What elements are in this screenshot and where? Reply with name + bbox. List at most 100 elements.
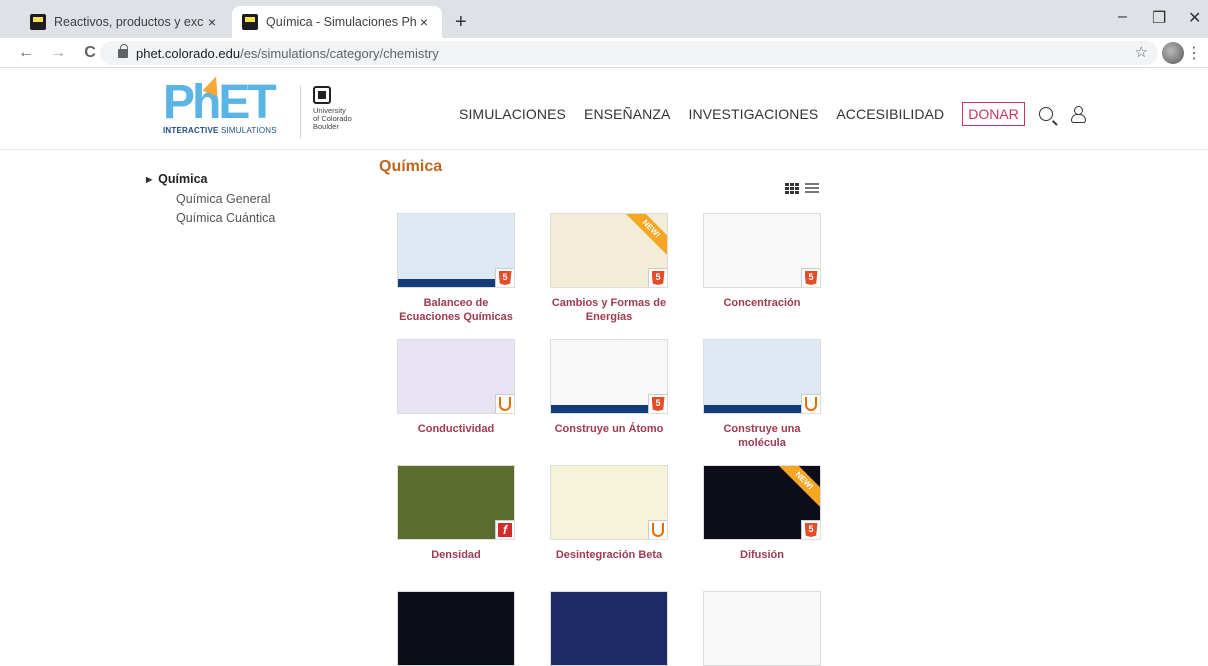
phet-logo[interactable]: PhET INTERACTIVE SIMULATIONS xyxy=(163,73,291,138)
browser-tab-reactivos[interactable]: Reactivos, productos y excedente × xyxy=(20,6,230,38)
profile-avatar[interactable] xyxy=(1162,42,1184,64)
new-ribbon: NEW! xyxy=(777,466,820,508)
new-tab-button[interactable]: + xyxy=(455,11,467,34)
sim-name[interactable]: Concentración xyxy=(695,296,829,310)
url-host: phet.colorado.edu xyxy=(136,45,241,61)
nav-accesibilidad[interactable]: ACCESIBILIDAD xyxy=(836,106,944,122)
sim-name-line: Ecuaciones Químicas xyxy=(399,311,513,323)
cu-boulder-logo[interactable]: University of Colorado Boulder xyxy=(300,86,370,138)
lock-icon xyxy=(118,43,128,58)
browser-tab-strip: Reactivos, productos y excedente × Quími… xyxy=(0,0,1208,38)
sim-name-line: Desintegración Beta xyxy=(555,549,663,561)
sim-card[interactable]: Desintegración Beta xyxy=(542,465,676,562)
sim-thumbnail[interactable] xyxy=(550,465,668,540)
sidebar-item-quimica-cuantica[interactable]: Química Cuántica xyxy=(176,211,275,225)
cu-text: University of Colorado Boulder xyxy=(313,106,352,131)
sim-name[interactable]: Construye un Átomo xyxy=(542,422,676,436)
url-path: /es/simulations/category/chemistry xyxy=(240,45,439,61)
sim-card[interactable]: Construye una molécula xyxy=(695,339,829,450)
sim-card[interactable]: NEW! 5 Difusión xyxy=(695,465,829,562)
html5-badge: 5 xyxy=(648,268,667,287)
reload-icon[interactable]: C xyxy=(80,44,100,62)
tab-title: Reactivos, productos y excedente xyxy=(54,15,204,29)
close-tab-icon[interactable]: × xyxy=(416,14,432,30)
sim-name-line: Difusión xyxy=(740,549,784,561)
sim-thumbnail[interactable] xyxy=(703,591,821,666)
bookmark-star-icon[interactable]: ☆ xyxy=(1135,43,1148,61)
grid-view-icon[interactable] xyxy=(785,183,799,194)
sim-name[interactable]: Desintegración Beta xyxy=(542,548,676,562)
sim-thumbnail[interactable]: 5 xyxy=(397,213,515,288)
java-icon xyxy=(652,523,664,537)
sim-card[interactable]: 5 Concentración xyxy=(695,213,829,310)
sim-name[interactable]: Densidad xyxy=(389,548,523,562)
html5-icon: 5 xyxy=(498,271,512,285)
sim-card[interactable]: f Densidad xyxy=(389,465,523,562)
sim-thumbnail[interactable]: NEW! 5 xyxy=(550,213,668,288)
sim-thumbnail[interactable] xyxy=(550,591,668,666)
java-icon xyxy=(499,397,511,411)
sim-name-line: Conductividad xyxy=(417,423,495,435)
search-icon[interactable] xyxy=(1038,107,1053,121)
logo-subtitle: INTERACTIVE SIMULATIONS xyxy=(163,126,277,135)
sim-thumbnail[interactable]: NEW! 5 xyxy=(703,465,821,540)
sim-thumbnail[interactable] xyxy=(397,339,515,414)
html5-icon: 5 xyxy=(804,523,818,537)
sim-name[interactable]: Construye una molécula xyxy=(695,422,829,450)
sim-card[interactable]: NEW! 5 Cambios y Formas de Energías xyxy=(542,213,676,324)
close-tab-icon[interactable]: × xyxy=(204,14,220,30)
sim-name-line: Densidad xyxy=(431,549,481,561)
restore-button[interactable]: ❐ xyxy=(1152,8,1166,28)
user-icon[interactable] xyxy=(1070,106,1086,123)
phet-favicon-icon xyxy=(242,14,258,30)
java-badge xyxy=(648,520,667,539)
cu-logo-icon xyxy=(313,86,331,104)
forward-arrow-icon[interactable]: → xyxy=(48,44,68,62)
java-badge xyxy=(495,394,514,413)
sim-name[interactable]: Conductividad xyxy=(389,422,523,436)
back-arrow-icon[interactable]: ← xyxy=(16,44,36,62)
logo-letters: PhET xyxy=(163,76,277,129)
html5-badge: 5 xyxy=(801,268,820,287)
sidebar-heading: Química xyxy=(158,172,208,186)
sim-name[interactable]: Balanceo de Ecuaciones Químicas xyxy=(389,296,523,324)
sim-name-line: molécula xyxy=(738,437,786,449)
donate-button[interactable]: DONAR xyxy=(962,102,1025,126)
nav-investigaciones[interactable]: INVESTIGACIONES xyxy=(688,106,818,122)
tab-title: Química - Simulaciones PhET xyxy=(266,15,416,29)
sim-thumbnail[interactable]: 5 xyxy=(550,339,668,414)
url-field[interactable]: phet.colorado.edu/es/simulations/categor… xyxy=(100,41,1158,65)
sidebar-item-quimica[interactable]: ▶ Química xyxy=(146,172,275,186)
nav-simulaciones[interactable]: SIMULACIONES xyxy=(459,106,566,122)
sim-thumbnail[interactable]: f xyxy=(397,465,515,540)
sim-thumbnail[interactable] xyxy=(703,339,821,414)
java-icon xyxy=(805,397,817,411)
site-header: PhET INTERACTIVE SIMULATIONS University … xyxy=(0,68,1208,150)
sim-name[interactable]: Difusión xyxy=(695,548,829,562)
sim-thumbnail[interactable]: 5 xyxy=(703,213,821,288)
sim-name-line: Cambios y Formas de xyxy=(551,297,667,309)
minimize-button[interactable]: – xyxy=(1118,8,1127,26)
html5-icon: 5 xyxy=(804,271,818,285)
nav-ensenanza[interactable]: ENSEÑANZA xyxy=(584,106,670,122)
sim-card[interactable]: 5 Construye un Átomo xyxy=(542,339,676,436)
page-title: Química xyxy=(379,158,443,175)
sim-name[interactable]: Cambios y Formas de Energías xyxy=(542,296,676,324)
browser-tab-quimica[interactable]: Química - Simulaciones PhET × xyxy=(232,6,442,38)
browser-menu-icon[interactable]: ⋮ xyxy=(1186,43,1202,63)
sim-card[interactable]: Conductividad xyxy=(389,339,523,436)
sim-thumbnail[interactable] xyxy=(397,591,515,666)
flash-badge: f xyxy=(495,520,514,539)
sidebar-item-quimica-general[interactable]: Química General xyxy=(176,192,275,206)
html5-badge: 5 xyxy=(648,394,667,413)
sim-name-line: Balanceo de xyxy=(423,297,489,309)
flash-icon: f xyxy=(498,523,512,537)
address-bar: ← → C phet.colorado.edu/es/simulations/c… xyxy=(0,38,1208,68)
sim-name-line: Energías xyxy=(585,311,633,323)
view-toggle xyxy=(785,183,819,194)
sim-card[interactable]: 5 Balanceo de Ecuaciones Químicas xyxy=(389,213,523,324)
list-view-icon[interactable] xyxy=(805,183,819,194)
close-window-button[interactable]: ✕ xyxy=(1188,8,1201,28)
sim-name-line: Construye una xyxy=(723,423,801,435)
category-sidebar: ▶ Química Química General Química Cuánti… xyxy=(146,172,275,225)
